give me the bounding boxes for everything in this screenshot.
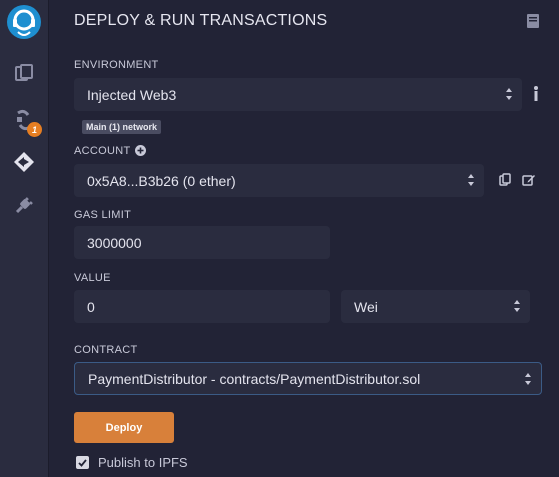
environment-label: ENVIRONMENT (74, 59, 159, 71)
checkmark-icon (78, 458, 87, 467)
gas-limit-label: GAS LIMIT (74, 209, 132, 221)
publish-ipfs-checkbox[interactable] (76, 456, 89, 469)
chevron-updown-icon (506, 88, 512, 100)
gas-limit-value: 3000000 (87, 234, 142, 251)
environment-value: Injected Web3 (87, 86, 177, 103)
account-label: ACCOUNT (74, 145, 131, 157)
plus-circle-icon[interactable] (135, 145, 146, 156)
publish-ipfs-label[interactable]: Publish to IPFS (98, 455, 188, 470)
edit-icon[interactable] (522, 173, 536, 186)
gas-limit-input[interactable]: 3000000 (74, 226, 330, 259)
environment-select[interactable]: Injected Web3 (74, 78, 522, 111)
chevron-updown-icon (514, 300, 520, 312)
remix-logo-icon[interactable] (4, 2, 44, 42)
contract-select[interactable]: PaymentDistributor - contracts/PaymentDi… (74, 362, 542, 395)
deploy-run-panel: DEPLOY & RUN TRANSACTIONS ENVIRONMENT In… (49, 0, 559, 477)
value-input[interactable]: 0 (74, 290, 330, 323)
page-title: DEPLOY & RUN TRANSACTIONS (74, 12, 328, 29)
account-value: 0x5A8...B3b26 (0 ether) (87, 172, 236, 189)
plugin-manager-icon[interactable] (12, 193, 36, 217)
value-amount: 0 (87, 298, 95, 315)
value-label: VALUE (74, 272, 111, 284)
info-icon[interactable] (533, 86, 539, 102)
file-explorers-icon[interactable] (12, 61, 36, 85)
value-unit: Wei (354, 298, 378, 315)
account-select[interactable]: 0x5A8...B3b26 (0 ether) (74, 164, 484, 197)
deploy-button[interactable]: Deploy (74, 412, 174, 443)
documentation-book-icon[interactable] (527, 14, 539, 28)
value-unit-select[interactable]: Wei (341, 290, 530, 323)
copy-icon[interactable] (499, 173, 511, 186)
network-badge: Main (1) network (82, 120, 162, 134)
contract-value: PaymentDistributor - contracts/PaymentDi… (88, 370, 421, 387)
contract-label: CONTRACT (74, 344, 138, 356)
chevron-updown-icon (468, 174, 474, 186)
icon-panel: 1 (0, 0, 49, 477)
deploy-run-icon[interactable] (12, 150, 36, 174)
chevron-updown-icon (525, 373, 531, 385)
compile-badge: 1 (27, 122, 42, 137)
